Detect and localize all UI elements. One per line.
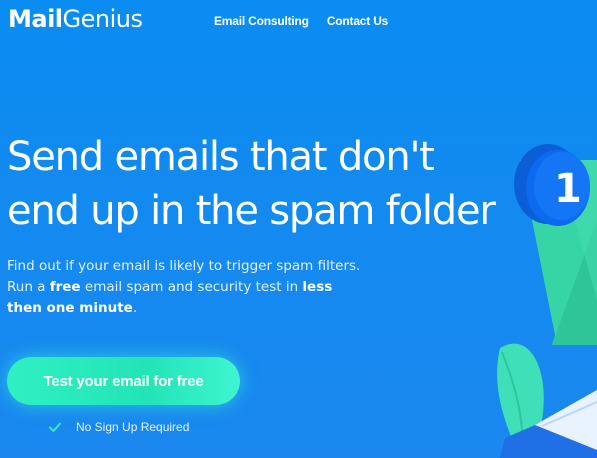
no-signup-text: No Sign Up Required: [76, 420, 190, 434]
nav-link-email-consulting[interactable]: Email Consulting: [214, 14, 309, 28]
no-signup-note: No Sign Up Required: [48, 420, 189, 434]
hero-title-line-2: end up in the spam folder: [7, 188, 496, 234]
test-email-button[interactable]: Test your email for free: [7, 357, 240, 405]
hero-desc-bold-free: free: [49, 279, 81, 295]
hero-title: Send emails that don't end up in the spa…: [7, 130, 507, 238]
main-nav: Email Consulting Contact Us: [214, 14, 388, 28]
logo-text-mail: Mail: [8, 5, 63, 33]
hero-illustration: 1: [497, 144, 597, 458]
check-icon: [49, 422, 61, 432]
hero-desc-text-2: email spam and security test in: [80, 279, 303, 295]
logo[interactable]: MailGenius: [8, 5, 143, 33]
badge-number: 1: [554, 166, 582, 212]
hero-desc-text-3: .: [132, 300, 138, 316]
hero-description: Find out if your email is likely to trig…: [7, 256, 367, 319]
nav-link-contact-us[interactable]: Contact Us: [327, 14, 389, 28]
hero-title-line-1: Send emails that don't: [7, 134, 435, 180]
landing-page: MailGenius Email Consulting Contact Us S…: [0, 0, 597, 458]
logo-text-genius: Genius: [62, 5, 143, 33]
test-email-button-label: Test your email for free: [43, 372, 204, 390]
notification-badge-icon: 1: [514, 144, 590, 226]
